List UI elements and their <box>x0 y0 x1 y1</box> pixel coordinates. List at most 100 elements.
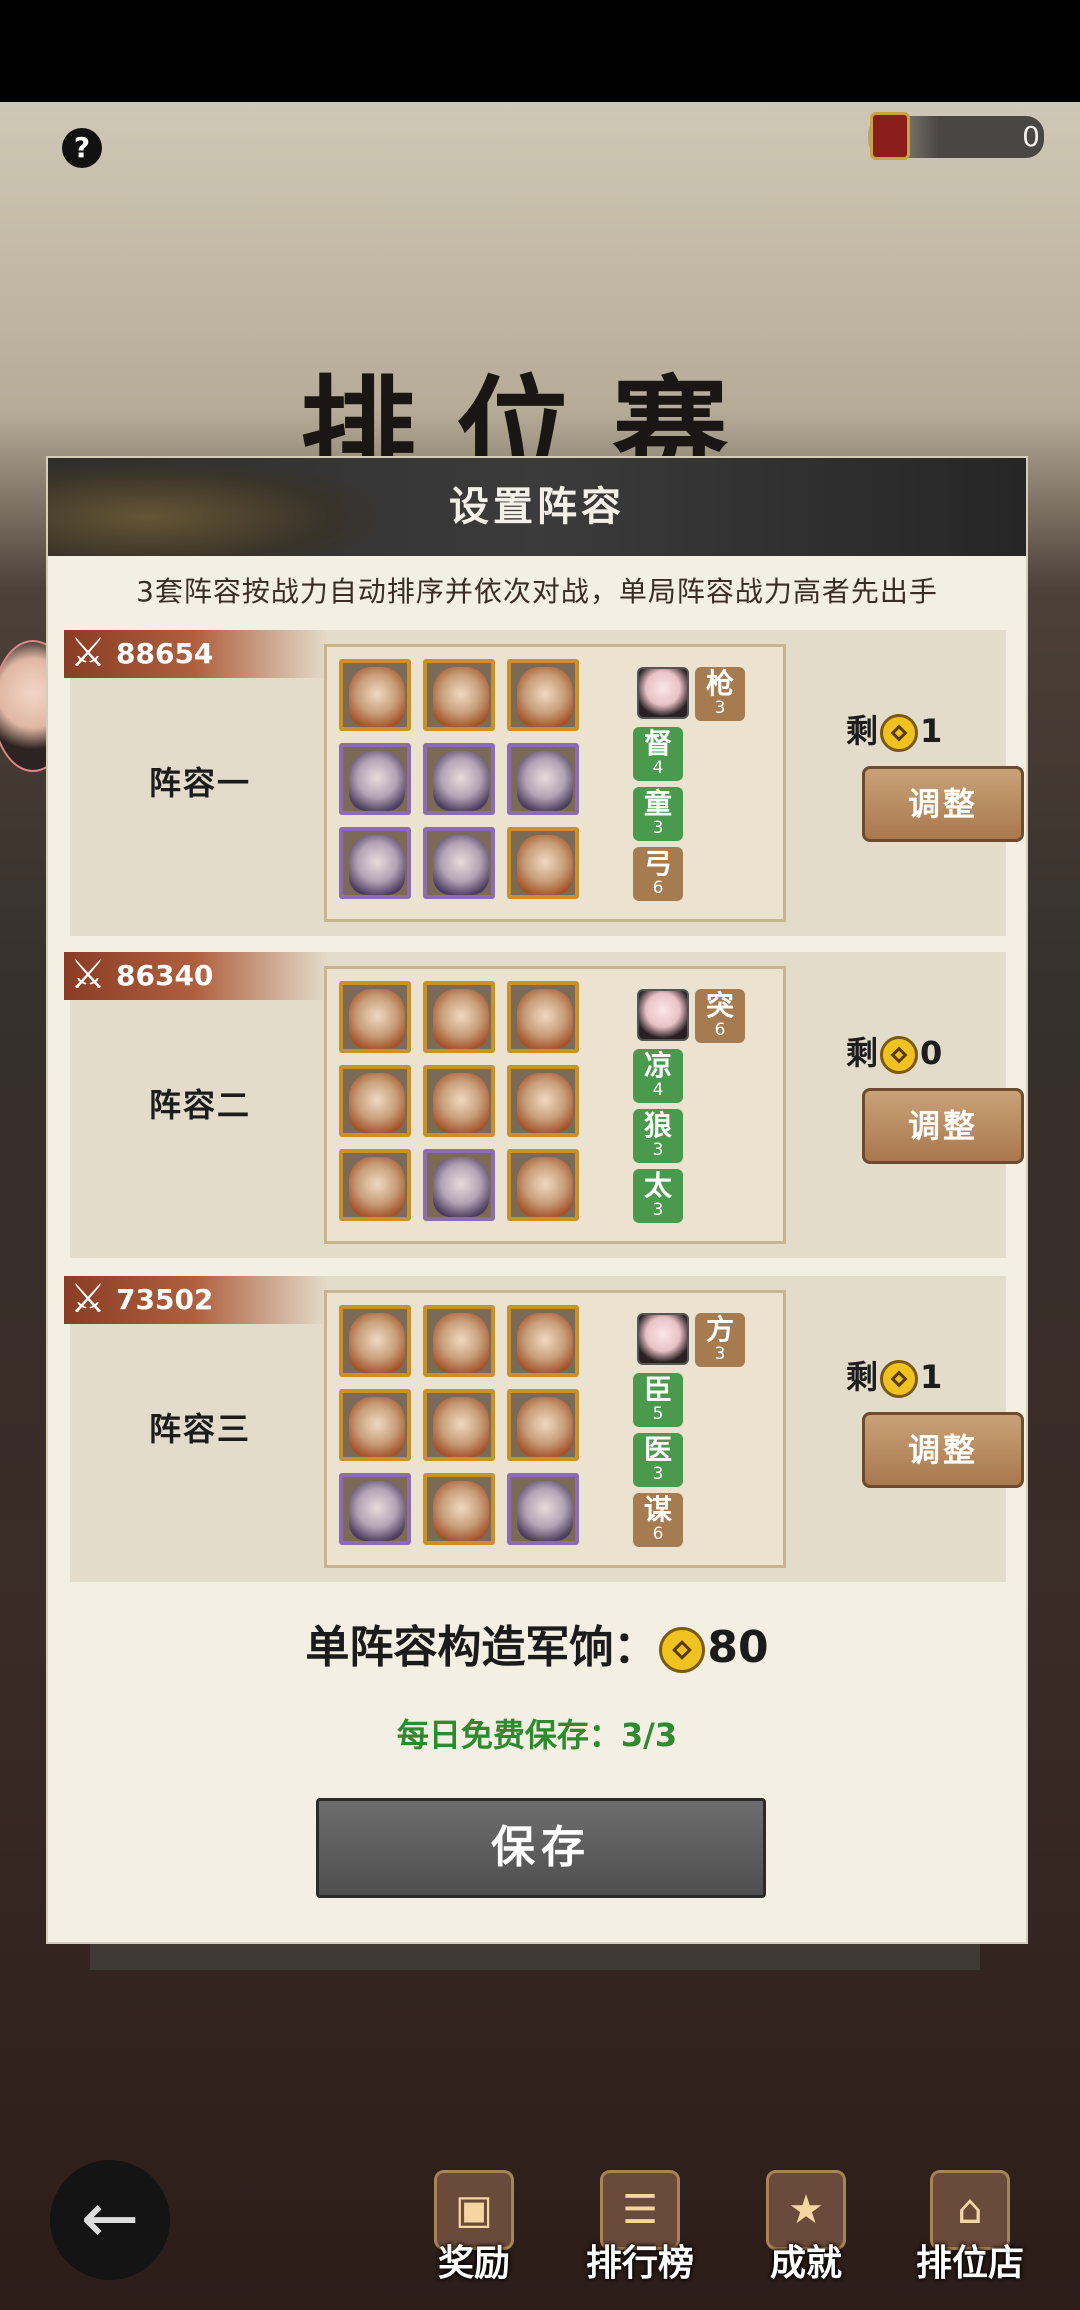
adjust-button[interactable]: 调整 <box>862 766 1024 842</box>
hero-portrait[interactable] <box>507 743 579 815</box>
cost-value: 80 <box>707 1622 769 1673</box>
bond-char: 枪 <box>705 667 734 700</box>
lineup-card: ⚔ 73502 阵容三方 3 臣 5 医 3 谋 6 剩 1 调整 <box>64 1276 1024 1582</box>
back-arrow-icon[interactable]: ← <box>50 2160 170 2280</box>
bond-level: 3 <box>652 1200 664 1220</box>
token-icon <box>870 112 910 160</box>
hero-face <box>433 1481 489 1541</box>
remain-value: 0 <box>920 1034 943 1072</box>
sword-icon: ⚔ <box>70 952 106 998</box>
hero-face <box>433 751 489 811</box>
hero-face <box>349 1397 405 1457</box>
nav-label: 成就 <box>769 2243 842 2284</box>
adjust-button[interactable]: 调整 <box>862 1088 1024 1164</box>
hero-face <box>433 1157 489 1217</box>
free-save-value: 3/3 <box>620 1716 678 1754</box>
bond-tag[interactable]: 狼3 <box>633 1109 683 1163</box>
hero-portrait[interactable] <box>339 743 411 815</box>
bond-tag[interactable]: 凉4 <box>633 1049 683 1103</box>
hero-portrait[interactable] <box>423 1149 495 1221</box>
hero-face <box>433 667 489 727</box>
adjust-button[interactable]: 调整 <box>862 1412 1024 1488</box>
hero-portrait[interactable] <box>423 743 495 815</box>
remain-value: 1 <box>920 1358 943 1396</box>
save-button[interactable]: 保存 <box>316 1798 766 1898</box>
hero-portrait[interactable] <box>339 981 411 1053</box>
hero-face <box>517 1481 573 1541</box>
hero-portrait[interactable] <box>423 981 495 1053</box>
lineup-name: 阵容二 <box>148 1086 251 1124</box>
bond-level: 6 <box>652 878 664 898</box>
hero-portrait[interactable] <box>339 1305 411 1377</box>
hero-face <box>349 835 405 895</box>
dialog-header: 设置阵容 <box>48 458 1026 556</box>
hero-portrait[interactable] <box>423 1389 495 1461</box>
hero-portrait[interactable] <box>507 659 579 731</box>
hero-portrait[interactable] <box>423 659 495 731</box>
bond-tag[interactable]: 医3 <box>633 1433 683 1487</box>
nav-item[interactable]: ☰ 排行榜 <box>580 2170 700 2290</box>
bond-tag[interactable]: 弓6 <box>633 847 683 901</box>
nav-item[interactable]: ★ 成就 <box>746 2170 866 2290</box>
bond-level: 3 <box>652 818 664 838</box>
hero-portrait[interactable] <box>339 827 411 899</box>
bond-char: 童 <box>643 787 672 820</box>
hero-portrait[interactable] <box>507 827 579 899</box>
hero-portrait[interactable] <box>507 1149 579 1221</box>
bond-level: 3 <box>714 1344 726 1364</box>
remain-value: 1 <box>920 712 943 750</box>
bond-char: 医 <box>643 1433 672 1466</box>
hero-roster: 方3臣5医3谋6 <box>324 1290 786 1568</box>
dialog-subtitle: 3套阵容按战力自动排序并依次对战，单局阵容战力高者先出手 <box>136 575 938 608</box>
bond-tag[interactable]: 童3 <box>633 787 683 841</box>
hero-portrait[interactable] <box>339 1065 411 1137</box>
hero-portrait[interactable] <box>507 981 579 1053</box>
remain-label: 剩 <box>846 1034 879 1072</box>
sword-icon: ⚔ <box>70 630 106 676</box>
hero-face <box>517 1073 573 1133</box>
hero-portrait[interactable] <box>339 659 411 731</box>
hero-face <box>349 1157 405 1217</box>
lineup-card: ⚔ 88654 阵容一枪 3 督 4 童 3 弓 6 剩 1 调整 <box>64 630 1024 936</box>
nav-item[interactable]: ▣ 奖励 <box>414 2170 534 2290</box>
bond-tag[interactable]: 突6 <box>695 989 745 1043</box>
bond-tag[interactable]: 枪3 <box>695 667 745 721</box>
hero-portrait[interactable] <box>507 1305 579 1377</box>
hero-face <box>433 989 489 1049</box>
hero-portrait[interactable] <box>339 1389 411 1461</box>
hero-portrait[interactable] <box>423 827 495 899</box>
nav-item[interactable]: ⌂ 排位店 <box>910 2170 1030 2290</box>
bond-tag[interactable]: 方3 <box>695 1313 745 1367</box>
remaining-count: 剩0 <box>846 1030 942 1076</box>
help-icon[interactable]: ? <box>62 128 102 168</box>
hero-face <box>517 1313 573 1373</box>
coin-icon <box>880 714 919 752</box>
dialog-title: 设置阵容 <box>449 484 625 530</box>
hero-portrait[interactable] <box>507 1389 579 1461</box>
bond-tag[interactable]: 太3 <box>633 1169 683 1223</box>
bond-level: 6 <box>714 1020 726 1040</box>
bond-char: 狼 <box>643 1109 672 1142</box>
hero-portrait[interactable] <box>423 1473 495 1545</box>
hero-face <box>349 1073 405 1133</box>
lineup-settings-dialog: 设置阵容 3套阵容按战力自动排序并依次对战，单局阵容战力高者先出手 ⚔ 88654… <box>48 458 1026 1942</box>
hero-face <box>433 1073 489 1133</box>
bond-tag[interactable]: 谋6 <box>633 1493 683 1547</box>
bond-tag[interactable]: 督4 <box>633 727 683 781</box>
cost-row: 单阵容构造军饷： 80 <box>48 1618 1026 1678</box>
hero-portrait[interactable] <box>423 1065 495 1137</box>
remain-label: 剩 <box>846 1358 879 1396</box>
hero-roster: 枪3督4童3弓6 <box>324 644 786 922</box>
bond-char: 谋 <box>643 1493 672 1526</box>
hero-portrait[interactable] <box>507 1473 579 1545</box>
hero-portrait[interactable] <box>507 1065 579 1137</box>
bond-char: 弓 <box>643 847 672 880</box>
nav-label: 奖励 <box>437 2243 510 2284</box>
bond-tag[interactable]: 臣5 <box>633 1373 683 1427</box>
hero-face <box>517 989 573 1049</box>
hero-portrait[interactable] <box>339 1473 411 1545</box>
hero-portrait[interactable] <box>423 1305 495 1377</box>
cost-label: 单阵容构造军饷： <box>305 1622 658 1673</box>
hero-portrait[interactable] <box>339 1149 411 1221</box>
remaining-count: 剩1 <box>846 1354 942 1400</box>
